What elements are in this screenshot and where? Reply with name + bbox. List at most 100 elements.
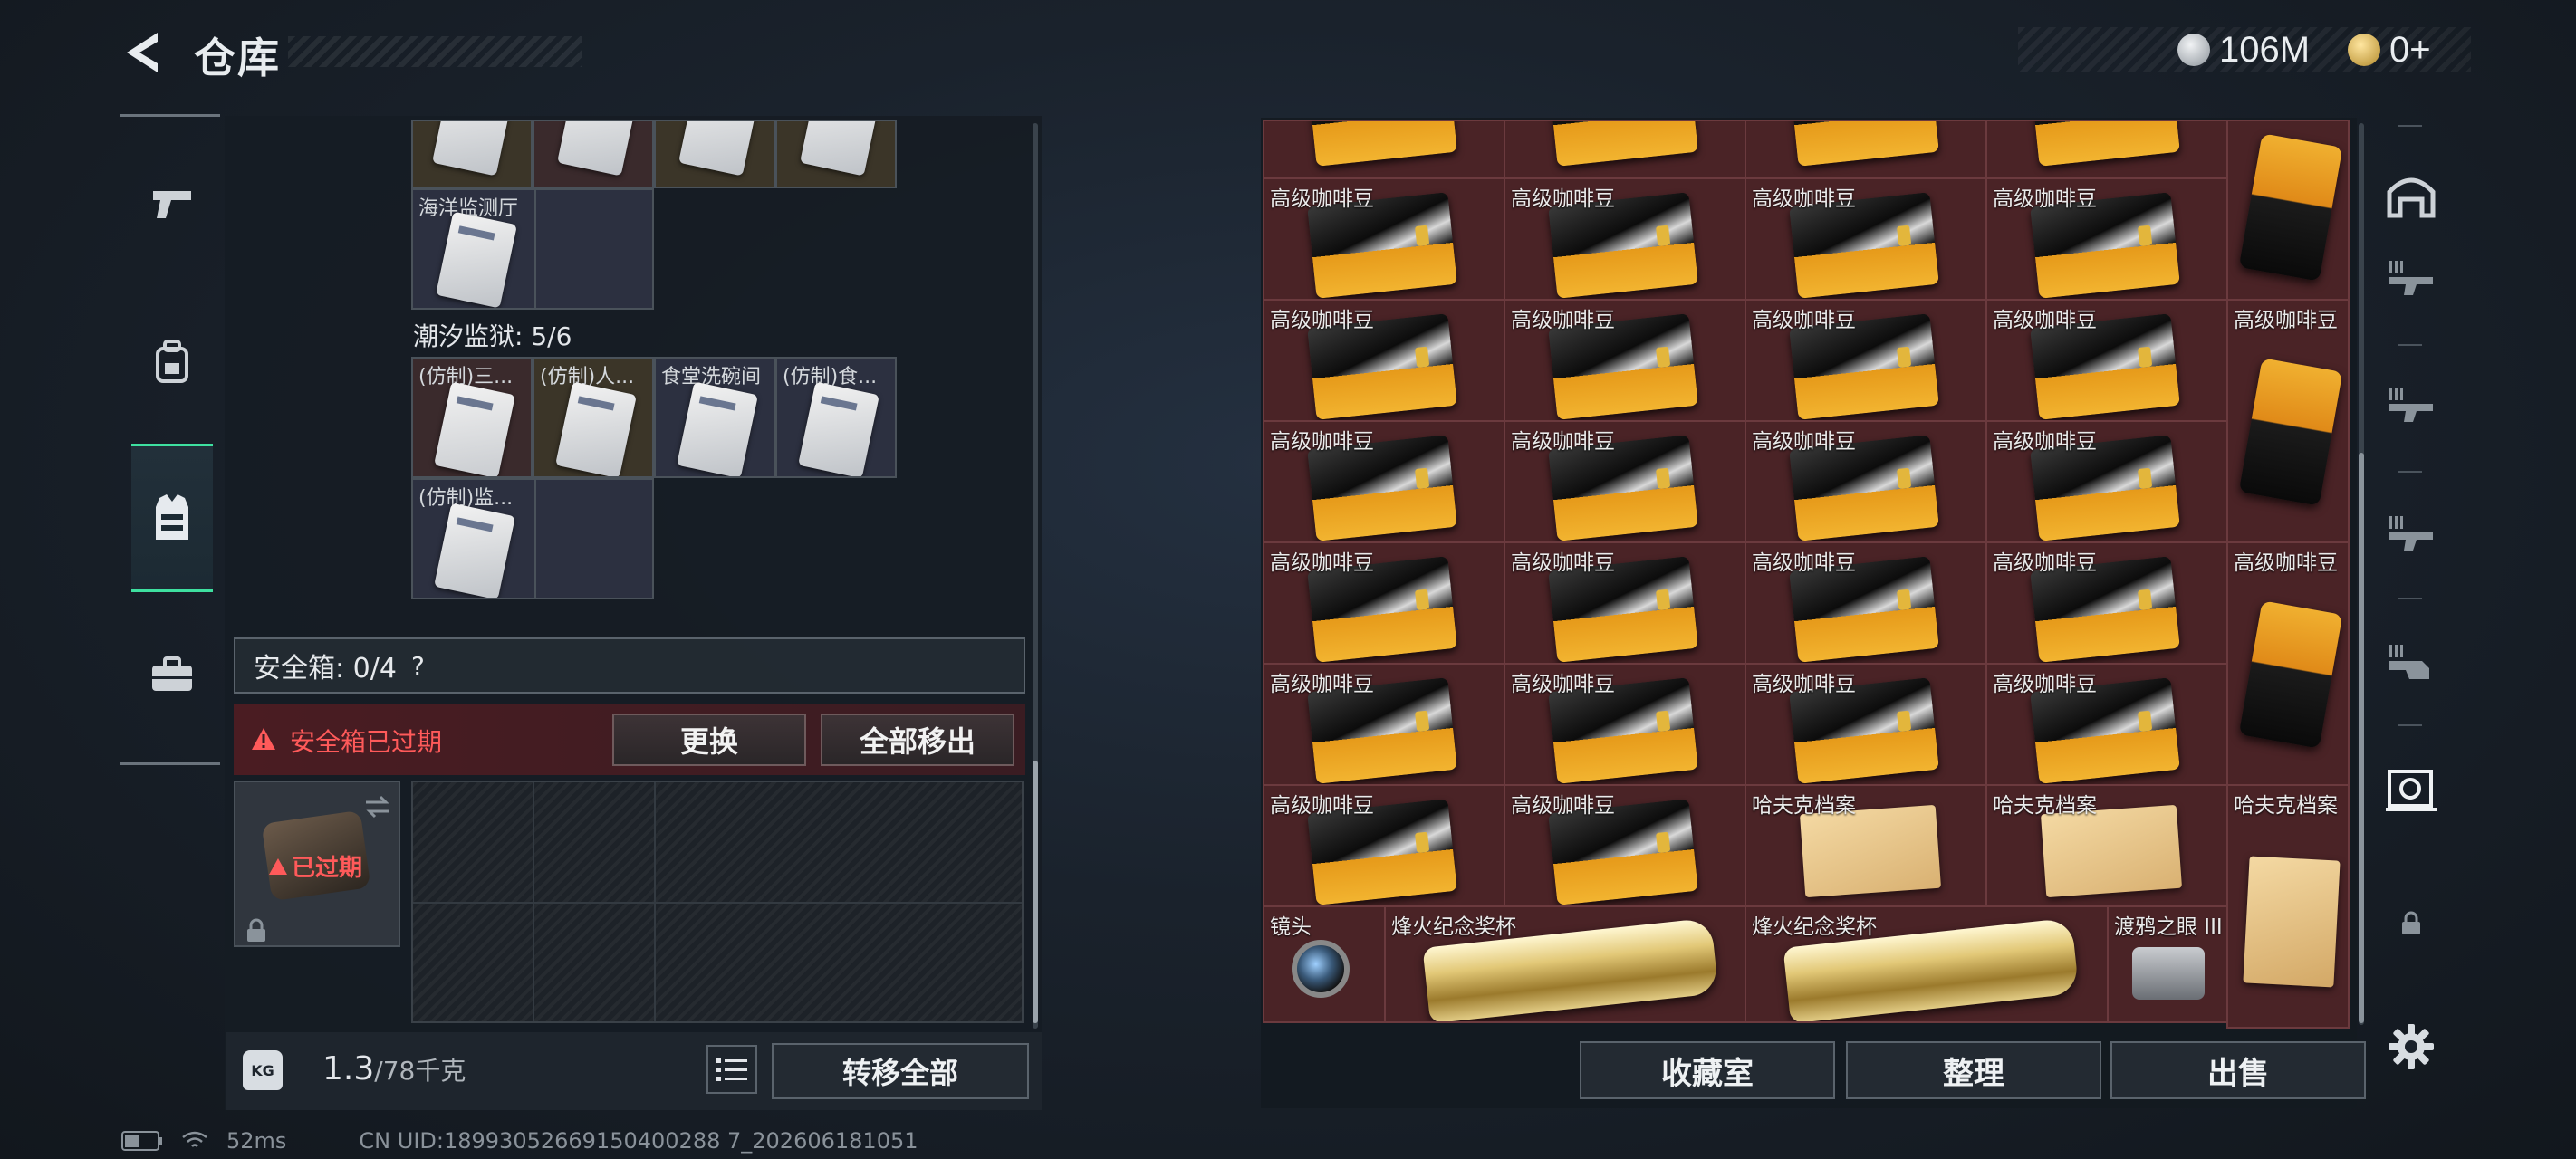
- storage-scrollbar-thumb[interactable]: [2359, 453, 2364, 1023]
- right-nav-rack-2[interactable]: [2379, 371, 2444, 436]
- lock-icon: [2402, 911, 2420, 934]
- storage-cell[interactable]: 哈夫克档案: [1985, 784, 2228, 907]
- section-title: 潮汐监狱: 5/6: [413, 321, 572, 351]
- sort-button[interactable]: 整理: [1846, 1041, 2101, 1099]
- right-nav-rack-3[interactable]: [2379, 500, 2444, 565]
- rack-1-icon: [2389, 261, 2433, 295]
- inventory-slot[interactable]: (仿制)食...: [775, 357, 897, 478]
- storage-cell[interactable]: 高级咖啡豆: [1985, 299, 2228, 422]
- inventory-slot[interactable]: [533, 120, 654, 188]
- inventory-slot[interactable]: 海洋监测厅: [411, 188, 654, 310]
- settings-button[interactable]: [2379, 1014, 2444, 1079]
- storage-cell[interactable]: 高级咖啡豆: [1745, 420, 1987, 543]
- list-view-button[interactable]: [706, 1045, 757, 1094]
- storage-cell[interactable]: 高级咖啡豆: [1263, 541, 1505, 665]
- storage-cell[interactable]: 高级咖啡豆: [1745, 177, 1987, 301]
- inventory-slot[interactable]: [411, 120, 533, 188]
- nav-divider-bottom: [120, 762, 220, 765]
- storage-cell[interactable]: 镜头: [1263, 905, 1386, 1023]
- nav-vest[interactable]: [131, 444, 213, 592]
- storage-cell[interactable]: [2226, 120, 2350, 301]
- inventory-slot[interactable]: (仿制)三...: [411, 357, 533, 478]
- storage-cell[interactable]: 高级咖啡豆: [1504, 420, 1746, 543]
- collection-room-button[interactable]: 收藏室: [1580, 1041, 1835, 1099]
- nav-backpack[interactable]: [131, 312, 213, 412]
- storage-cell[interactable]: 高级咖啡豆: [1745, 663, 1987, 786]
- inventory-slot[interactable]: 食堂洗碗间: [654, 357, 775, 478]
- storage-cell[interactable]: 高级咖啡豆: [2226, 299, 2350, 543]
- storage-cell[interactable]: 高级咖啡豆: [1263, 420, 1505, 543]
- item-label: 高级咖啡豆: [1270, 794, 1374, 818]
- item-label: 渡鸦之眼 III: [2114, 915, 2223, 939]
- item-label: 高级咖啡豆: [1270, 673, 1374, 696]
- replace-button[interactable]: 更换: [612, 714, 806, 766]
- rack-2-icon: [2389, 388, 2433, 422]
- storage-cell[interactable]: 高级咖啡豆: [1985, 663, 2228, 786]
- transfer-all-button[interactable]: 转移全部: [772, 1043, 1029, 1099]
- currency-gold: 0+: [2348, 27, 2431, 72]
- right-nav-divider: [2398, 471, 2422, 473]
- nav-briefcase[interactable]: [131, 625, 213, 724]
- back-button[interactable]: [116, 22, 170, 83]
- inventory-slot[interactable]: [654, 120, 775, 188]
- storage-cell[interactable]: 高级咖啡豆: [1985, 541, 2228, 665]
- right-nav-lock[interactable]: [2379, 891, 2444, 956]
- item-label: 高级咖啡豆: [1993, 673, 2097, 696]
- storage-cell[interactable]: [1985, 120, 2228, 179]
- wifi-icon: [182, 1131, 207, 1147]
- right-nav-divider: [2398, 598, 2422, 599]
- nav-divider-top: [120, 114, 220, 117]
- right-nav-safe-room[interactable]: [2379, 757, 2444, 822]
- storage-cell[interactable]: 高级咖啡豆: [1263, 663, 1505, 786]
- storage-cell[interactable]: 高级咖啡豆: [1263, 177, 1505, 301]
- safe-box-header: 安全箱: 0/4 ?: [234, 637, 1025, 694]
- storage-cell[interactable]: [1745, 120, 1987, 179]
- document-folder-icon: [2040, 804, 2183, 898]
- storage-cell[interactable]: 高级咖啡豆: [1504, 663, 1746, 786]
- gold-triangle-coin-icon: [2348, 34, 2380, 66]
- expired-badge: 已过期: [268, 849, 362, 883]
- help-icon[interactable]: ?: [411, 651, 425, 681]
- storage-cell[interactable]: 哈夫克档案: [2226, 784, 2350, 1029]
- right-nav-rack-4[interactable]: [2379, 628, 2444, 694]
- storage-cell[interactable]: 高级咖啡豆: [1745, 299, 1987, 422]
- safe-box-label: 安全箱: 0/4: [254, 653, 397, 685]
- storage-cell[interactable]: 高级咖啡豆: [1985, 177, 2228, 301]
- weight-icon: KG: [243, 1050, 283, 1090]
- swap-icon[interactable]: [362, 791, 393, 822]
- storage-cell[interactable]: 高级咖啡豆: [1263, 299, 1505, 422]
- vest-icon: [156, 494, 188, 540]
- storage-cell[interactable]: 高级咖啡豆: [1504, 784, 1746, 907]
- storage-cell[interactable]: 渡鸦之眼 III: [2107, 905, 2228, 1023]
- right-nav-vault[interactable]: [2379, 163, 2444, 228]
- inventory-slot[interactable]: [775, 120, 897, 188]
- right-nav-rack-1[interactable]: [2379, 244, 2444, 310]
- storage-cell[interactable]: 烽火纪念奖杯: [1384, 905, 1746, 1023]
- inventory-slot[interactable]: (仿制)人...: [533, 357, 654, 478]
- item-label: 高级咖啡豆: [1752, 187, 1856, 211]
- storage-cell[interactable]: 哈夫克档案: [1745, 784, 1987, 907]
- list-icon: [716, 1058, 747, 1081]
- storage-cell[interactable]: 高级咖啡豆: [1504, 177, 1746, 301]
- storage-cell[interactable]: 高级咖啡豆: [1263, 784, 1505, 907]
- move-all-out-button[interactable]: 全部移出: [821, 714, 1014, 766]
- storage-cell[interactable]: [1263, 120, 1505, 179]
- storage-cell[interactable]: 高级咖啡豆: [1504, 541, 1746, 665]
- storage-cell[interactable]: 烽火纪念奖杯: [1745, 905, 2109, 1023]
- nav-weapons[interactable]: [131, 154, 213, 254]
- safe-box-expired-bar: 安全箱已过期 更换 全部移出: [234, 704, 1025, 775]
- storage-cell[interactable]: 高级咖啡豆: [2226, 541, 2350, 786]
- inventory-scrollbar-thumb[interactable]: [1033, 761, 1038, 1023]
- safe-box-slot[interactable]: 已过期: [234, 781, 400, 947]
- storage-cell[interactable]: [1504, 120, 1746, 179]
- storage-cell[interactable]: 高级咖啡豆: [1985, 420, 2228, 543]
- item-label: 烽火纪念奖杯: [1391, 915, 1516, 939]
- weight-max: /78千克: [374, 1056, 466, 1086]
- storage-cell[interactable]: 高级咖啡豆: [1745, 541, 1987, 665]
- storage-cell[interactable]: 高级咖啡豆: [1504, 299, 1746, 422]
- sell-button[interactable]: 出售: [2110, 1041, 2366, 1099]
- inventory-slot[interactable]: (仿制)监...: [411, 478, 654, 599]
- item-label: 哈夫克档案: [1993, 794, 2097, 818]
- document-folder-icon: [1799, 804, 1942, 898]
- coffee-bean-icon: [1307, 121, 1457, 167]
